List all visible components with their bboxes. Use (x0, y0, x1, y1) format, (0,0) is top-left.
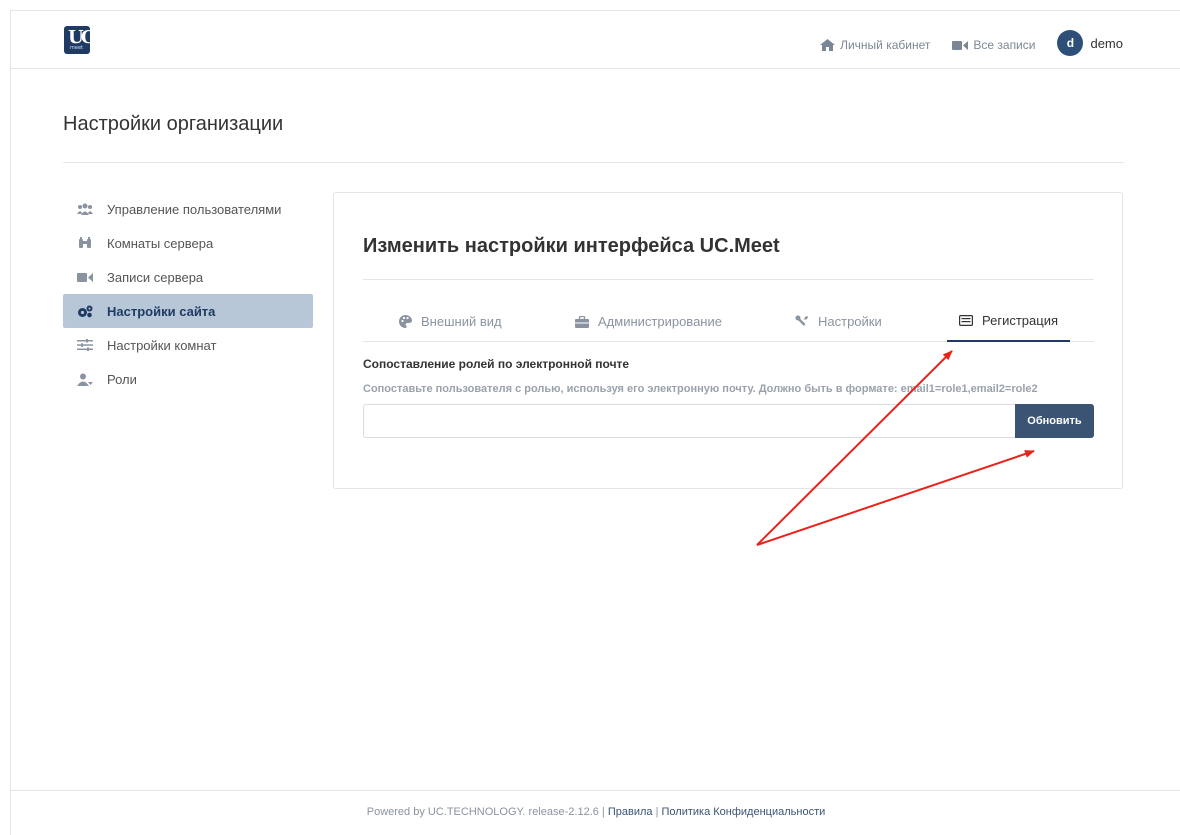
user-role-icon (77, 373, 93, 386)
update-button[interactable]: Обновить (1015, 404, 1094, 438)
sidebar-item-server-recordings[interactable]: Записи сервера (63, 260, 313, 294)
cogs-icon (78, 305, 93, 317)
card-title: Изменить настройки интерфейса UC.Meet (363, 235, 780, 257)
settings-sidebar: Управление пользователями Комнаты сервер… (63, 192, 313, 396)
users-icon (77, 203, 93, 215)
palette-icon (399, 315, 412, 328)
nav-personal-cabinet-label: Личный кабинет (840, 38, 931, 52)
top-header: UC meet Личный кабинет Все записи d demo (11, 11, 1180, 69)
role-mapping-help: Сопоставьте пользователя с ролью, исполь… (363, 383, 1038, 395)
nav-all-recordings[interactable]: Все записи (952, 38, 1035, 52)
sidebar-item-label: Записи сервера (107, 269, 204, 285)
footer: Powered by UC.TECHNOLOGY. release-2.12.6… (11, 790, 1180, 835)
id-card-icon (959, 315, 973, 326)
uc-meet-logo[interactable]: UC meet (64, 26, 95, 54)
sidebar-item-roles[interactable]: Роли (63, 362, 313, 396)
tab-appearance[interactable]: Внешний вид (399, 301, 502, 342)
sidebar-item-label: Настройки комнат (107, 337, 217, 353)
tools-icon (795, 315, 808, 328)
tab-label: Внешний вид (421, 314, 502, 329)
sidebar-item-server-rooms[interactable]: Комнаты сервера (63, 226, 313, 260)
card-divider (363, 279, 1094, 280)
footer-powered-text: Powered by UC.TECHNOLOGY. release-2.12.6… (366, 806, 608, 818)
page-title: Настройки организации (63, 113, 284, 135)
avatar: d (1057, 30, 1084, 56)
tab-label: Настройки (818, 314, 882, 329)
sidebar-item-label: Настройки сайта (107, 303, 216, 319)
tab-label: Администрирование (598, 314, 722, 329)
sidebar-item-room-settings[interactable]: Настройки комнат (63, 328, 313, 362)
home-icon (820, 39, 836, 51)
title-divider (63, 162, 1124, 163)
role-mapping-label: Сопоставление ролей по электронной почте (363, 357, 630, 371)
settings-card: Изменить настройки интерфейса UC.Meet Вн… (333, 192, 1123, 489)
role-mapping-input[interactable] (363, 404, 1015, 438)
footer-rules-link[interactable]: Правила (608, 806, 653, 818)
sliders-icon (77, 339, 93, 351)
username: demo (1090, 35, 1123, 51)
logo-subtext: meet (70, 45, 83, 51)
sidebar-item-user-management[interactable]: Управление пользователями (63, 192, 313, 226)
settings-tabs: Внешний вид Администрирование Настройки … (363, 301, 1094, 342)
sidebar-item-label: Управление пользователями (107, 201, 282, 217)
tab-registration[interactable]: Регистрация (947, 301, 1070, 342)
sidebar-item-label: Роли (107, 371, 137, 387)
tab-label: Регистрация (982, 313, 1058, 328)
footer-privacy-link[interactable]: Политика Конфиденциальности (662, 806, 826, 818)
footer-separator: | (652, 806, 662, 818)
sidebar-item-label: Комнаты сервера (107, 235, 214, 251)
tab-administration[interactable]: Администрирование (575, 301, 722, 342)
nav-all-recordings-label: Все записи (973, 38, 1036, 52)
sidebar-item-site-settings[interactable]: Настройки сайта (63, 294, 313, 328)
video-camera-icon (952, 40, 969, 50)
top-nav: Личный кабинет Все записи d demo (798, 30, 1123, 58)
user-menu[interactable]: d demo (1057, 30, 1123, 56)
app-window: UC meet Личный кабинет Все записи d demo… (10, 10, 1180, 835)
briefcase-icon (575, 315, 589, 328)
video-camera-icon (77, 272, 93, 282)
nav-personal-cabinet[interactable]: Личный кабинет (820, 38, 930, 52)
binoculars-icon (79, 237, 91, 248)
tab-settings[interactable]: Настройки (795, 301, 882, 342)
